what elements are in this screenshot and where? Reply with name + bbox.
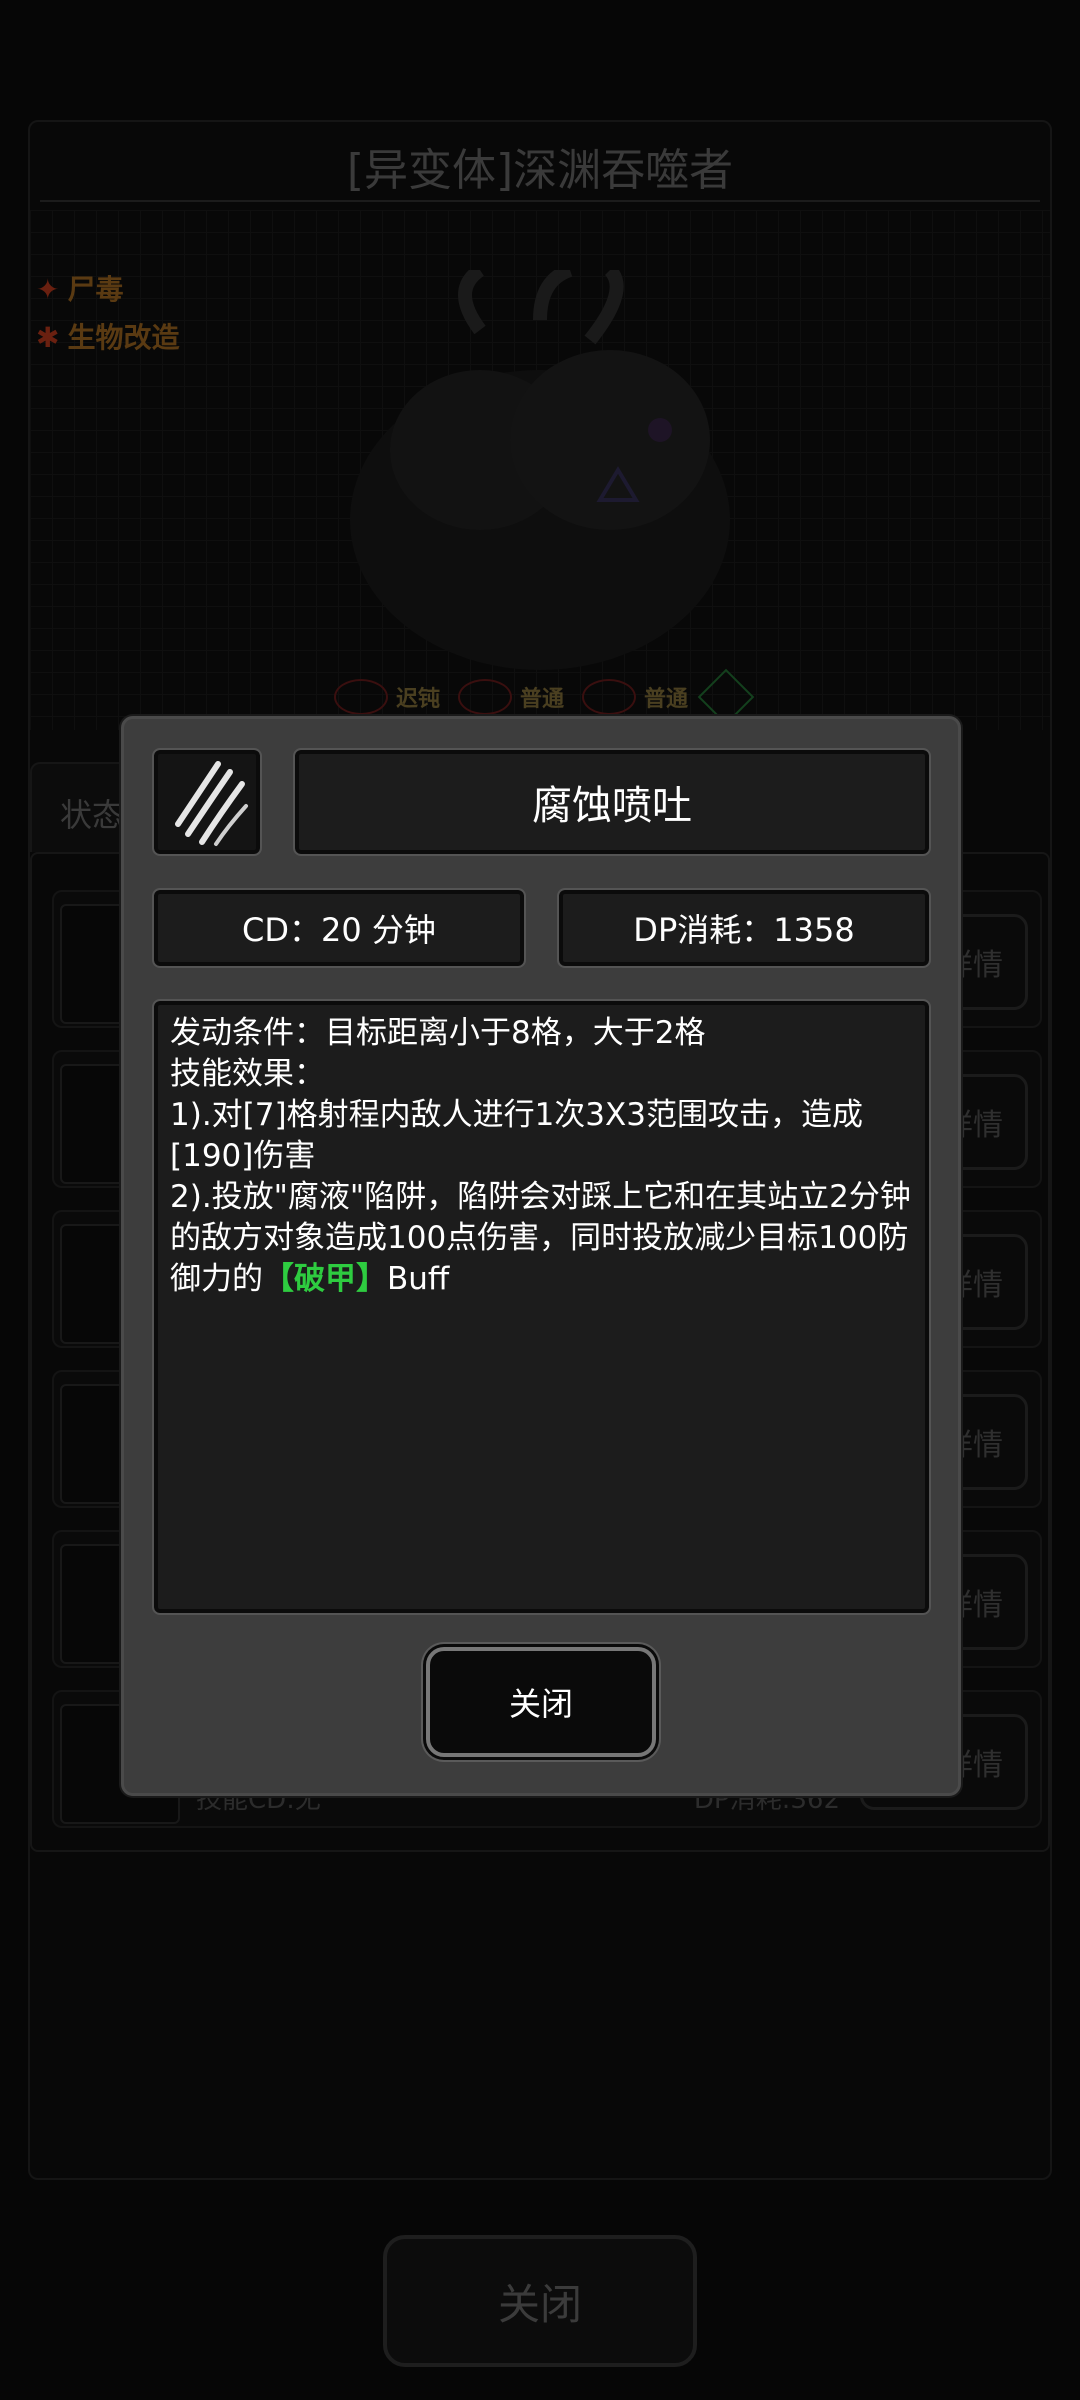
- eye-icon: [333, 679, 388, 715]
- status-effect-1: ✦ 尸毒: [36, 273, 124, 306]
- skill-dp-cost: DP消耗：1358: [557, 888, 931, 968]
- nose-icon: [582, 679, 636, 715]
- skill-cooldown: CD：20 分钟: [152, 888, 526, 968]
- close-button[interactable]: 关闭: [426, 1647, 656, 1757]
- background-close-button[interactable]: 关闭: [383, 2235, 697, 2367]
- ear-icon: [457, 679, 512, 715]
- effect-heading: 技能效果：: [170, 1056, 325, 1092]
- monster-portrait: [350, 270, 730, 670]
- armor-break-buff: 【破甲】: [263, 1261, 387, 1297]
- effect-1: 1).对[7]格射程内敌人进行1次3X3范围攻击，造成[190]伤害: [170, 1097, 863, 1174]
- skill-detail-dialog: 腐蚀喷吐 CD：20 分钟 DP消耗：1358 发动条件：目标距离小于8格，大于…: [121, 716, 961, 1796]
- monster-title: [异变体]深渊吞噬者: [346, 145, 734, 196]
- star-icon: ✱: [36, 321, 60, 354]
- status-effect-2: ✱ 生物改造: [36, 321, 180, 354]
- skill-name: 腐蚀喷吐: [293, 748, 931, 856]
- trait-unknown: [697, 668, 755, 726]
- effect-2: 2).投放"腐液"陷阱，陷阱会对踩上它和在其站立2分钟的敌方对象造成100点伤害…: [170, 1179, 911, 1297]
- claw-scratch-icon: [152, 748, 262, 856]
- trait-smell: 普通: [582, 679, 688, 715]
- title-divider: [40, 200, 1040, 202]
- trait-vision: 迟钝: [333, 679, 440, 715]
- trigger-condition: 发动条件：目标距离小于8格，大于2格: [170, 1015, 706, 1051]
- claw-icon: ✦: [36, 273, 60, 306]
- trait-hearing: 普通: [457, 679, 564, 715]
- skill-description: 发动条件：目标距离小于8格，大于2格 技能效果： 1).对[7]格射程内敌人进行…: [152, 999, 931, 1615]
